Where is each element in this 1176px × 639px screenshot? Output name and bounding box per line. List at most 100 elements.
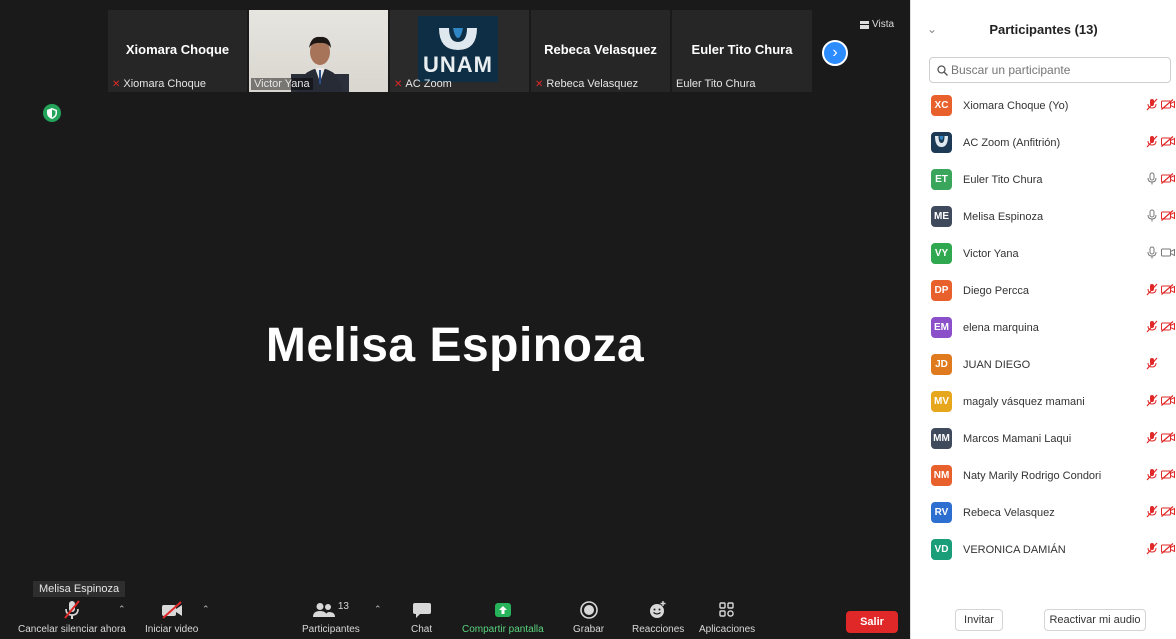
thumbnail-label-text: Euler Tito Chura [676,78,756,90]
panel-header: ⌄ Participantes (13) [911,0,1176,56]
mic-off-icon [64,600,80,619]
unmute-button[interactable]: Cancelar silenciar ahora [18,598,126,635]
thumbnail-tile[interactable]: Xiomara Choque ✕ Xiomara Choque [108,10,247,92]
participant-row[interactable]: XC Xiomara Choque (Yo) [911,87,1176,124]
participants-button[interactable]: 13 Participantes [302,598,360,636]
participants-icon [312,603,335,617]
participants-options-caret-icon[interactable]: ⌃ [374,604,382,615]
participant-avatar: MV [931,391,952,412]
thumbnail-name: Xiomara Choque [125,42,230,57]
thumbnail-label-text: Rebeca Velasquez [546,78,639,90]
camera-off-icon[interactable] [1161,135,1175,150]
participant-row[interactable]: MV magaly vásquez mamani [911,383,1176,420]
camera-off-icon[interactable] [1161,283,1175,298]
leave-button[interactable]: Salir [846,611,898,633]
participant-avatar: JD [931,354,952,375]
camera-off-icon[interactable] [1161,468,1175,483]
chat-label: Chat [411,624,433,635]
participant-row[interactable]: EM elena marquina [911,309,1176,346]
thumbnail-tile-logo[interactable]: UNAM ✕ AC Zoom [390,10,529,92]
reactions-button[interactable]: Reacciones [632,598,684,635]
panel-footer: Invitar Reactivar mi audio [911,599,1176,639]
participant-row[interactable]: RV Rebeca Velasquez [911,494,1176,531]
reactivate-audio-button[interactable]: Reactivar mi audio [1044,609,1146,631]
participant-row[interactable]: MM Marcos Mamani Laqui [911,420,1176,457]
camera-off-icon[interactable] [1161,172,1175,187]
participant-name: AC Zoom (Anfitrión) [963,136,1061,149]
search-input[interactable] [951,63,1161,77]
mic-on-icon[interactable] [1146,246,1158,262]
mic-muted-icon[interactable] [1146,431,1158,447]
camera-off-icon[interactable] [1161,98,1175,113]
mic-muted-icon[interactable] [1146,357,1158,373]
camera-off-icon[interactable] [1161,431,1175,446]
logo-shape-icon [439,28,477,50]
mic-muted-icon[interactable] [1146,505,1158,521]
participant-name: Xiomara Choque (Yo) [963,99,1069,112]
participant-row[interactable]: AC Zoom (Anfitrión) [911,124,1176,161]
meeting-toolbar: Cancelar silenciar ahora ⌃ Iniciar video… [0,598,910,639]
camera-on-icon[interactable] [1161,247,1175,261]
invite-button[interactable]: Invitar [955,609,1003,631]
thumbnail-tile[interactable]: Rebeca Velasquez ✕ Rebeca Velasquez [531,10,670,92]
zoom-window: Xiomara Choque ✕ Xiomara Choque Victor Y… [0,0,1176,639]
start-video-button[interactable]: Iniciar video [145,598,198,635]
participant-name: Rebeca Velasquez [963,506,1055,519]
video-options-caret-icon[interactable]: ⌃ [202,604,210,615]
speaker-name-tag: Melisa Espinoza [33,581,126,597]
participant-row[interactable]: DP Diego Percca [911,272,1176,309]
participant-row[interactable]: ME Melisa Espinoza [911,198,1176,235]
apps-icon [719,602,734,617]
security-shield-icon[interactable] [43,104,61,122]
mic-muted-icon[interactable] [1146,542,1158,558]
reactions-label: Reacciones [632,624,685,635]
view-label: Vista [872,19,895,30]
view-button[interactable]: Vista [860,19,894,30]
thumbnail-label: Victor Yana [251,78,313,90]
mic-on-icon[interactable] [1146,209,1158,225]
mic-muted-icon[interactable] [1146,98,1158,114]
record-button[interactable]: Grabar [573,598,604,635]
participant-search[interactable] [929,57,1171,83]
camera-off-icon[interactable] [1161,505,1175,520]
mic-muted-icon[interactable] [1146,394,1158,410]
participant-row[interactable]: VD VERONICA DAMIÁN [911,531,1176,568]
mic-muted-icon: ✕ [535,78,544,90]
participant-row[interactable]: VY Victor Yana [911,235,1176,272]
participant-name: Victor Yana [963,247,1019,260]
participant-avatar: XC [931,95,952,116]
audio-options-caret-icon[interactable]: ⌃ [118,604,126,615]
mic-muted-icon[interactable] [1146,283,1158,299]
chat-button[interactable]: Chat [411,598,432,635]
thumbnail-tile[interactable]: Euler Tito Chura Euler Tito Chura [672,10,812,92]
camera-off-icon[interactable] [1161,209,1175,224]
participant-avatar: ET [931,169,952,190]
participant-avatar [931,132,952,153]
participant-name: elena marquina [963,321,1039,334]
mic-muted-icon[interactable] [1146,135,1158,151]
participant-row[interactable]: ET Euler Tito Chura [911,161,1176,198]
mic-on-icon[interactable] [1146,172,1158,188]
camera-off-icon[interactable] [1161,542,1175,557]
participant-avatar: RV [931,502,952,523]
apps-button[interactable]: Aplicaciones [699,598,755,635]
participants-label: Participantes [302,624,360,635]
next-page-arrow-icon[interactable]: › [822,40,848,66]
unam-avatar-logo-icon [935,136,948,147]
thumbnail-label: ✕ AC Zoom [394,78,452,90]
participant-list: XC Xiomara Choque (Yo) AC Zoom (Anfitrión)… [911,87,1176,568]
record-label: Grabar [573,624,605,635]
unmute-label: Cancelar silenciar ahora [18,624,126,635]
thumbnail-strip: Xiomara Choque ✕ Xiomara Choque Victor Y… [108,10,812,92]
share-screen-button[interactable]: Compartir pantalla [462,598,544,635]
camera-off-icon[interactable] [1161,320,1175,335]
mic-muted-icon[interactable] [1146,468,1158,484]
thumbnail-tile-video[interactable]: Victor Yana [249,10,388,92]
camera-off-icon[interactable] [1161,394,1175,409]
participant-name: JUAN DIEGO [963,358,1031,371]
active-speaker-name: Melisa Espinoza [265,319,645,372]
participant-row[interactable]: JD JUAN DIEGO [911,346,1176,383]
participant-row[interactable]: NM Naty Marily Rodrigo Condori [911,457,1176,494]
mic-muted-icon[interactable] [1146,320,1158,336]
thumbnail-label-text: Xiomara Choque [123,78,206,90]
